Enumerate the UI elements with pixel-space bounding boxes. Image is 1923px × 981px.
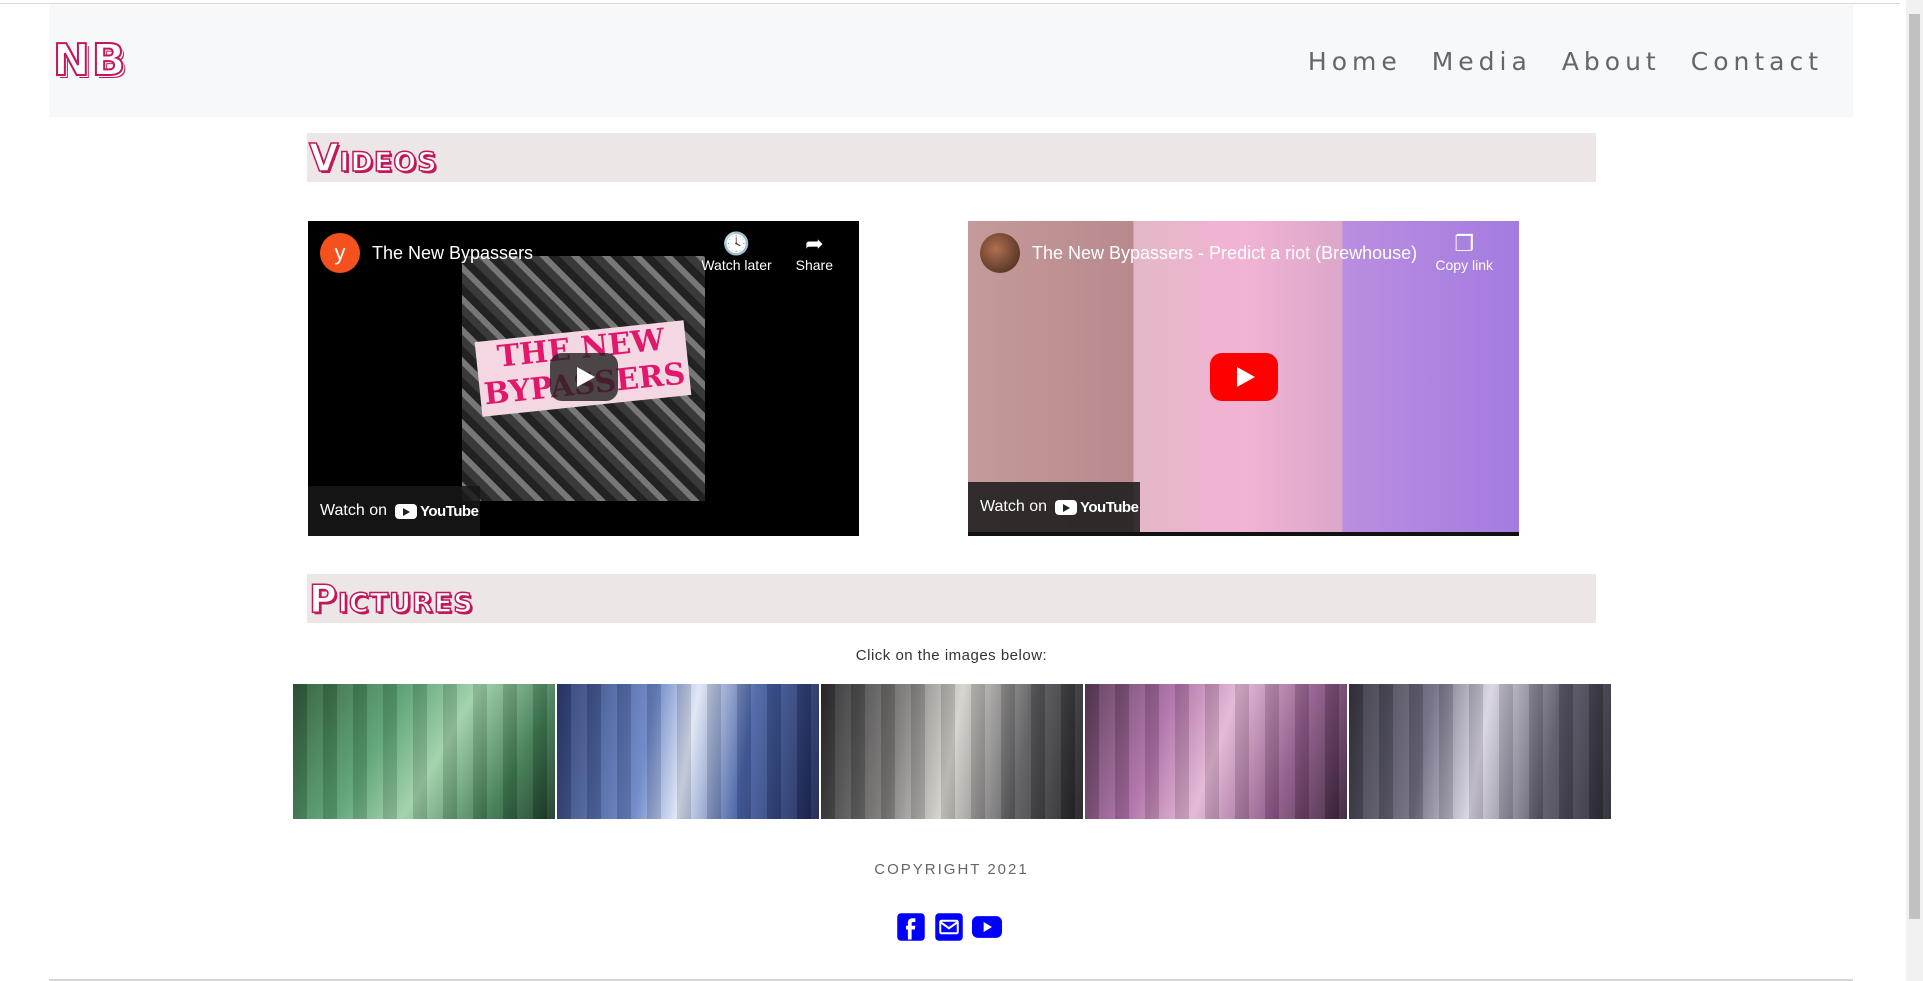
facebook-icon[interactable] (896, 912, 926, 942)
photo-gallery (293, 684, 1611, 819)
channel-avatar[interactable] (980, 233, 1020, 273)
pictures-section-heading: Pictures (307, 574, 1596, 623)
play-button[interactable] (550, 353, 618, 401)
video-header: The New Bypassers - Predict a riot (Brew… (980, 233, 1417, 273)
gallery-instructions: Click on the images below: (855, 647, 1048, 664)
gallery-image-4[interactable] (1085, 684, 1347, 819)
window-top-border (0, 0, 1900, 4)
video-embed-2[interactable]: The New Bypassers - Predict a riot (Brew… (968, 221, 1519, 536)
social-links (896, 912, 1002, 942)
video-title[interactable]: The New Bypassers - Predict a riot (Brew… (1032, 243, 1417, 264)
watch-later-button[interactable]: 🕓 Watch later (701, 231, 771, 273)
nav-link-contact[interactable]: Contact (1691, 47, 1823, 76)
copyright-text: COPYRIGHT 2021 (874, 861, 1029, 878)
navbar: NB Home Media About Contact (49, 5, 1853, 117)
brand-logo[interactable]: NB (52, 34, 127, 87)
share-button[interactable]: ➦ Share (796, 231, 833, 273)
watch-on-youtube-button[interactable]: Watch on YouTube (308, 486, 480, 536)
gallery-image-2[interactable] (557, 684, 819, 819)
pictures-heading-text: Pictures (308, 576, 474, 622)
nav-link-home[interactable]: Home (1308, 47, 1402, 76)
scrollbar-thumb[interactable] (1909, 14, 1920, 919)
video-actions: ❐ Copy link (1435, 231, 1493, 273)
video-header: y The New Bypassers (320, 233, 533, 273)
nav-link-about[interactable]: About (1562, 47, 1661, 76)
gallery-image-5[interactable] (1349, 684, 1611, 819)
vertical-scrollbar[interactable] (1906, 0, 1923, 981)
clock-icon: 🕓 (722, 231, 751, 256)
watch-on-youtube-button[interactable]: Watch on YouTube (968, 482, 1140, 532)
youtube-icon[interactable] (972, 912, 1002, 942)
videos-heading-text: Videos (308, 135, 438, 181)
copy-link-button[interactable]: ❐ Copy link (1435, 231, 1493, 273)
main-nav: Home Media About Contact (1308, 47, 1823, 76)
video-embed-1[interactable]: THE NEW BYPASSERS y The New Bypassers 🕓 … (308, 221, 859, 536)
nav-link-media[interactable]: Media (1432, 47, 1532, 76)
video-title[interactable]: The New Bypassers (372, 243, 533, 264)
copy-icon: ❐ (1454, 231, 1475, 256)
share-icon: ➦ (805, 231, 824, 256)
video-actions: 🕓 Watch later ➦ Share (701, 231, 833, 273)
videos-section-heading: Videos (307, 133, 1596, 182)
gallery-image-1[interactable] (293, 684, 555, 819)
gallery-image-3[interactable] (821, 684, 1083, 819)
play-button[interactable] (1210, 353, 1278, 401)
youtube-logo: YouTube (395, 503, 479, 520)
youtube-logo: YouTube (1055, 499, 1139, 516)
channel-avatar[interactable]: y (320, 233, 360, 273)
email-icon[interactable] (934, 912, 964, 942)
